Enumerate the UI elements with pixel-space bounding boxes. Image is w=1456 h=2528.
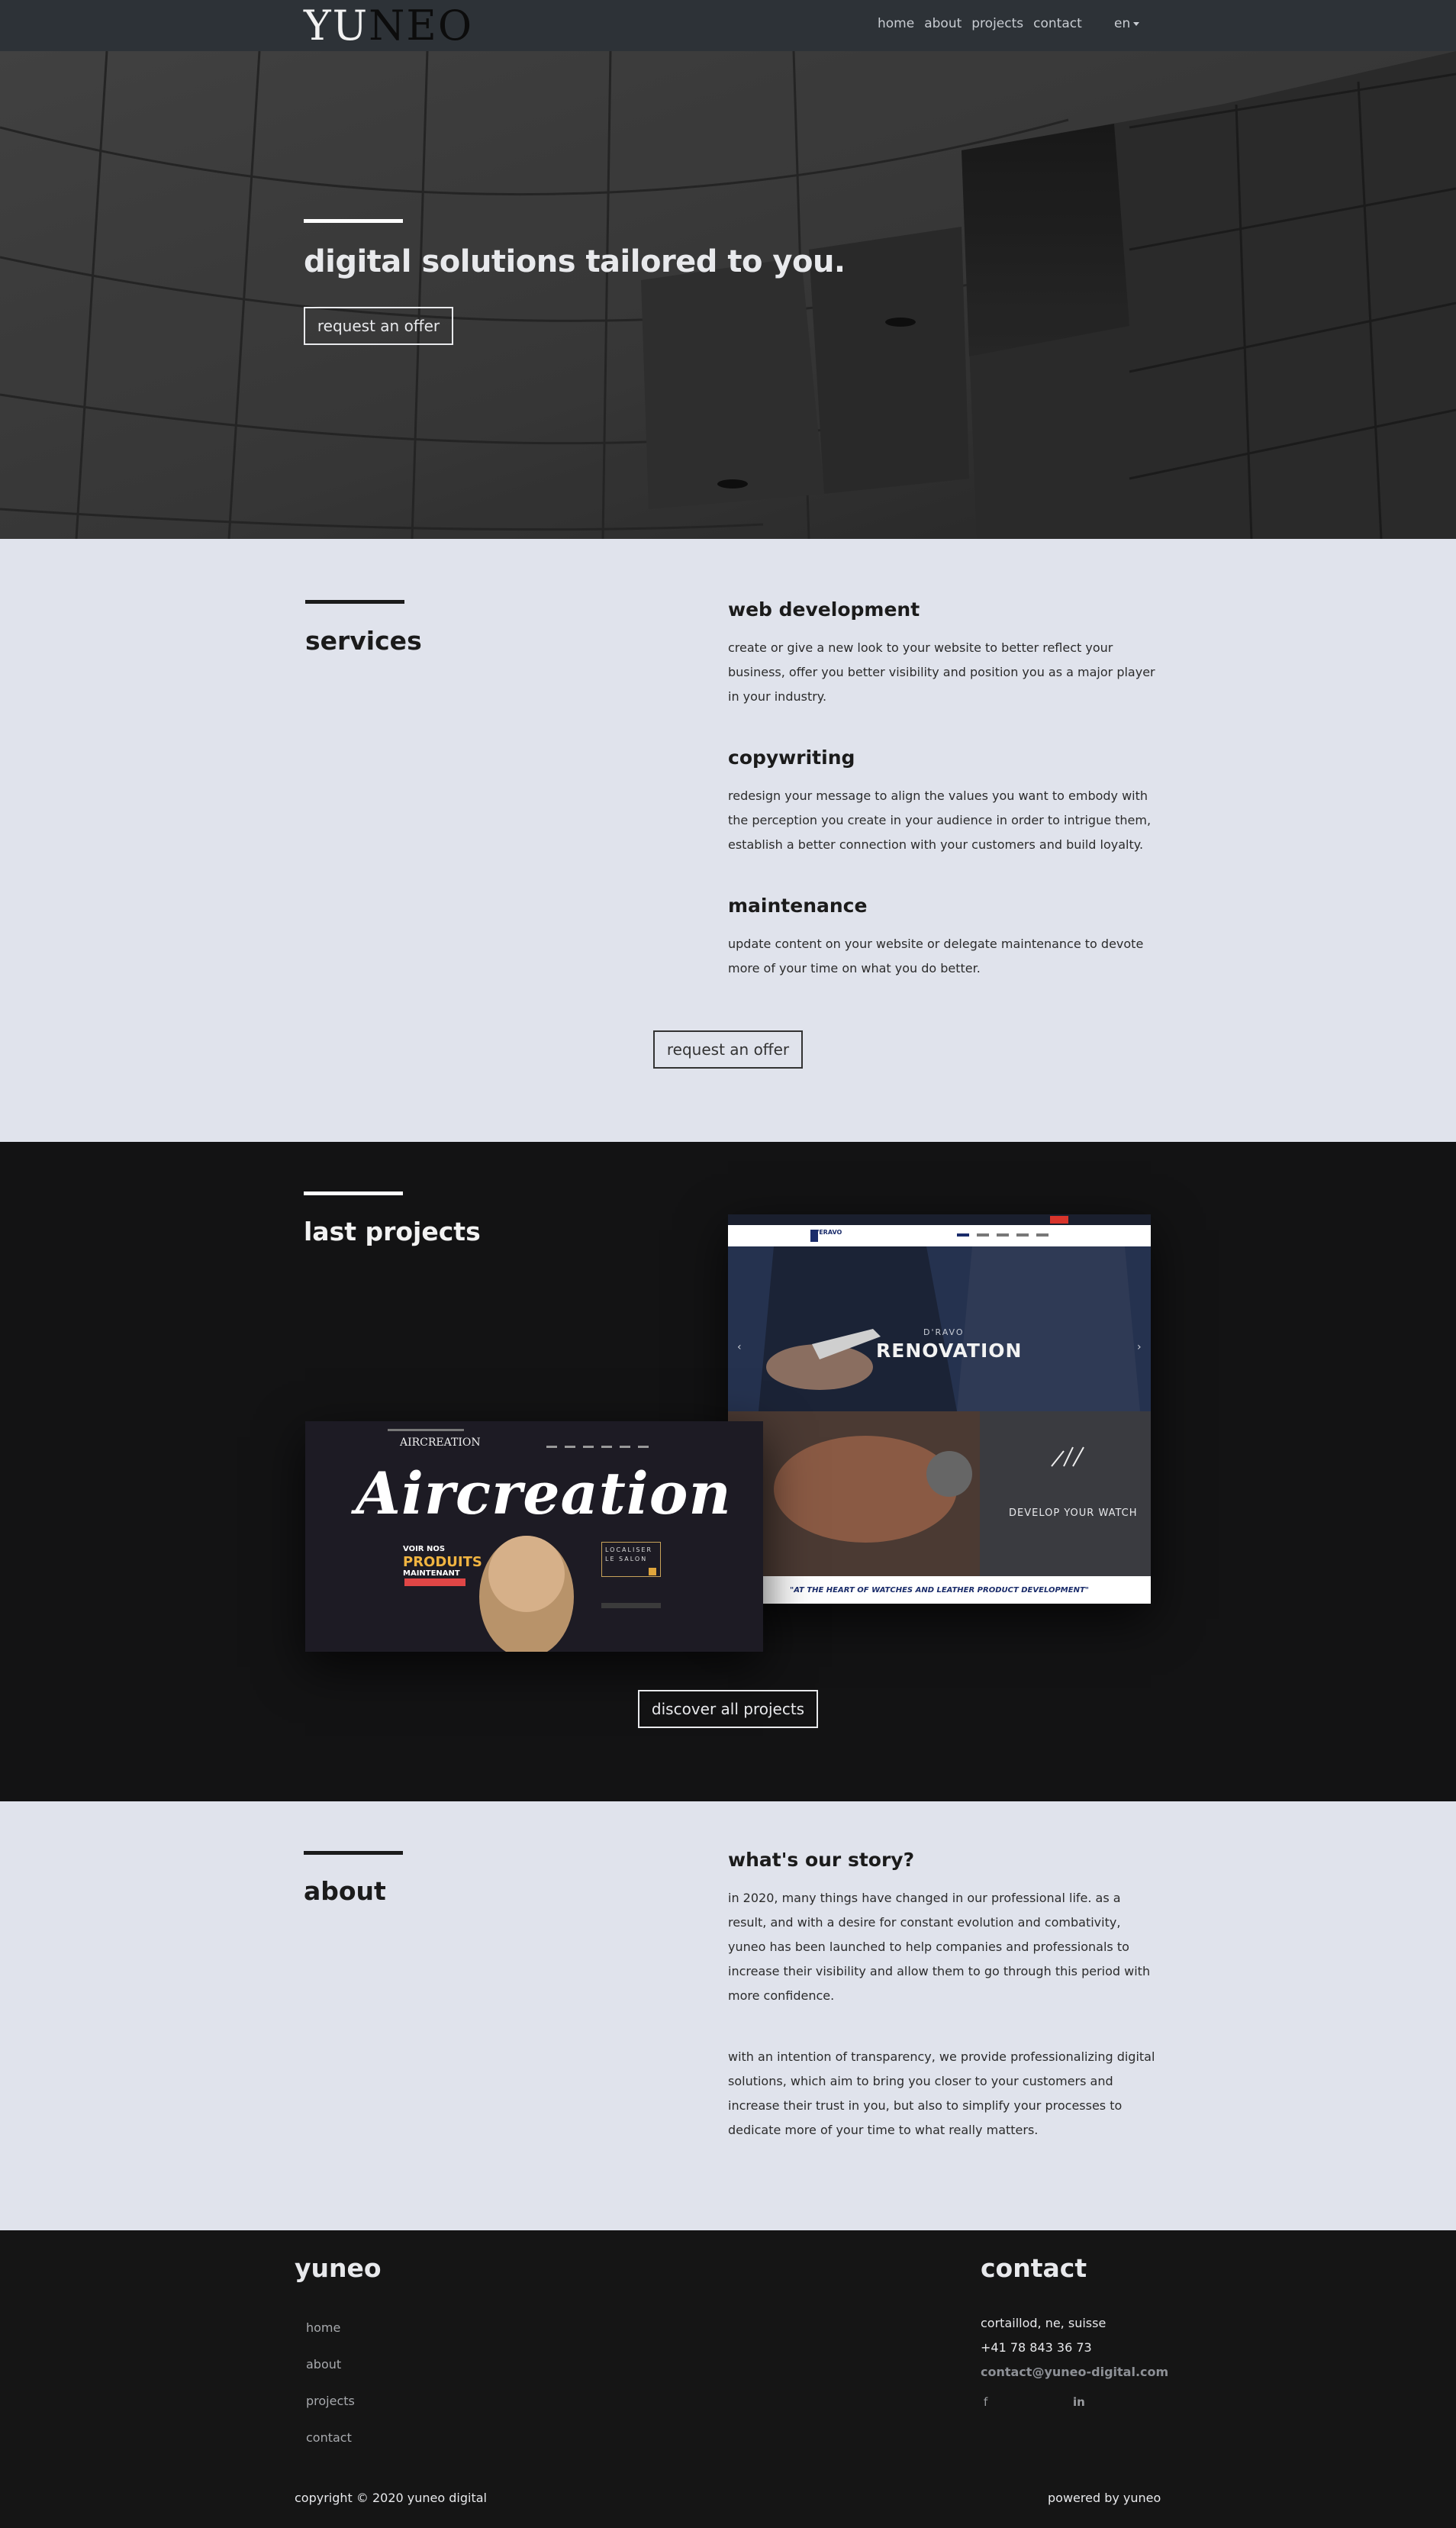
hero-accent-bar bbox=[304, 219, 403, 223]
about-story: what's our story? in 2020, many things h… bbox=[728, 1849, 1155, 2143]
services-title: services bbox=[305, 626, 422, 656]
veravo-tagline: "AT THE HEART OF WATCHES AND LEATHER PRO… bbox=[789, 1586, 1089, 1595]
footer-phone[interactable]: +41 78 843 36 73 bbox=[981, 2336, 1168, 2360]
svg-text:›: › bbox=[1137, 1341, 1142, 1353]
services-section: services web development create or give … bbox=[0, 539, 1456, 1142]
top-navbar: YUNEO home about projects contact en bbox=[0, 0, 1456, 51]
language-dropdown[interactable]: en bbox=[1114, 16, 1140, 31]
service-copywriting: copywriting redesign your message to ali… bbox=[728, 746, 1155, 857]
footer-link-about[interactable]: about bbox=[306, 2357, 355, 2394]
discover-all-projects-button[interactable]: discover all projects bbox=[638, 1690, 818, 1728]
footer-copyright: copyright © 2020 yuneo digital bbox=[295, 2491, 487, 2505]
project-card-veravo[interactable]: ‹ › VERAVO D'RAVO RENOVATION DEVELOP YOU… bbox=[728, 1214, 1151, 1604]
nav-link-projects[interactable]: projects bbox=[971, 16, 1023, 31]
veravo-brand: VERAVO bbox=[814, 1229, 842, 1236]
services-accent-bar bbox=[305, 600, 404, 604]
nav-link-contact[interactable]: contact bbox=[1033, 16, 1082, 31]
footer-links: home about projects contact bbox=[306, 2320, 355, 2467]
service-title: maintenance bbox=[728, 895, 868, 917]
service-text: update content on your website or delega… bbox=[728, 937, 1144, 975]
footer-contact-info: cortaillod, ne, suisse +41 78 843 36 73 … bbox=[981, 2311, 1168, 2385]
about-title: about bbox=[304, 1876, 386, 1906]
footer-link-projects[interactable]: projects bbox=[306, 2394, 355, 2430]
service-title: copywriting bbox=[728, 746, 855, 769]
hero-request-offer-button[interactable]: request an offer bbox=[304, 307, 453, 345]
projects-accent-bar bbox=[304, 1191, 403, 1195]
nav-link-home[interactable]: home bbox=[878, 16, 914, 31]
about-paragraph-2: with an intention of transparency, we pr… bbox=[728, 2049, 1155, 2137]
aircreation-line3: MAINTENANT bbox=[403, 1569, 460, 1578]
aircreation-line2: PRODUITS bbox=[403, 1554, 482, 1570]
projects-section: last projects ‹ › VERAVO D'RAVO RENOVATI… bbox=[0, 1142, 1456, 1801]
svg-text:‹: ‹ bbox=[737, 1341, 742, 1353]
service-text: create or give a new look to your websit… bbox=[728, 640, 1155, 704]
about-paragraph-1: in 2020, many things have changed in our… bbox=[728, 1891, 1151, 2003]
facebook-icon[interactable]: f bbox=[984, 2395, 987, 2409]
project-card-aircreation[interactable]: AIRCREATION Aircreation VOIR NOS PRODUIT… bbox=[305, 1421, 763, 1652]
nav-link-about[interactable]: about bbox=[924, 16, 962, 31]
chevron-down-icon bbox=[1133, 21, 1140, 26]
project-screenshot-aircreation bbox=[305, 1421, 763, 1652]
hero-headline: digital solutions tailored to you. bbox=[304, 244, 846, 279]
footer-link-home[interactable]: home bbox=[306, 2320, 355, 2357]
services-request-offer-button[interactable]: request an offer bbox=[653, 1030, 803, 1069]
veravo-overlay-small: D'RAVO bbox=[923, 1327, 965, 1337]
linkedin-icon[interactable]: in bbox=[1073, 2395, 1085, 2409]
about-accent-bar bbox=[304, 1851, 403, 1855]
veravo-overlay-big: RENOVATION bbox=[876, 1340, 1023, 1362]
language-label: en bbox=[1114, 16, 1131, 31]
veravo-develop-text: DEVELOP YOUR WATCH bbox=[1009, 1507, 1138, 1519]
footer-contact-title: contact bbox=[981, 2253, 1087, 2283]
aircreation-headline: Aircreation bbox=[356, 1459, 732, 1527]
about-heading: what's our story? bbox=[728, 1849, 915, 1871]
service-text: redesign your message to align the value… bbox=[728, 788, 1152, 852]
aircreation-brand: AIRCREATION bbox=[400, 1437, 481, 1449]
project-screenshot-veravo: ‹ › bbox=[728, 1214, 1151, 1604]
nav-links: home about projects contact bbox=[878, 16, 1092, 31]
footer: yuneo home about projects contact contac… bbox=[0, 2230, 1456, 2528]
service-maintenance: maintenance update content on your websi… bbox=[728, 895, 1155, 981]
footer-link-contact[interactable]: contact bbox=[306, 2430, 355, 2467]
footer-email[interactable]: contact@yuneo-digital.com bbox=[981, 2360, 1168, 2385]
footer-address: cortaillod, ne, suisse bbox=[981, 2316, 1106, 2330]
service-web-development: web development create or give a new loo… bbox=[728, 598, 1155, 709]
footer-powered-by: powered by yuneo bbox=[1048, 2491, 1161, 2505]
aircreation-line1: VOIR NOS bbox=[403, 1545, 446, 1553]
logo[interactable]: YUNEO bbox=[304, 5, 473, 47]
footer-brand: yuneo bbox=[295, 2253, 382, 2283]
projects-title: last projects bbox=[304, 1217, 481, 1246]
hero-section: digital solutions tailored to you. reque… bbox=[0, 51, 1456, 539]
aircreation-locate-box: LOCALISER LE SALON bbox=[601, 1542, 661, 1577]
about-section: about what's our story? in 2020, many th… bbox=[0, 1801, 1456, 2230]
hero-background-image bbox=[0, 51, 1456, 539]
service-title: web development bbox=[728, 598, 920, 621]
